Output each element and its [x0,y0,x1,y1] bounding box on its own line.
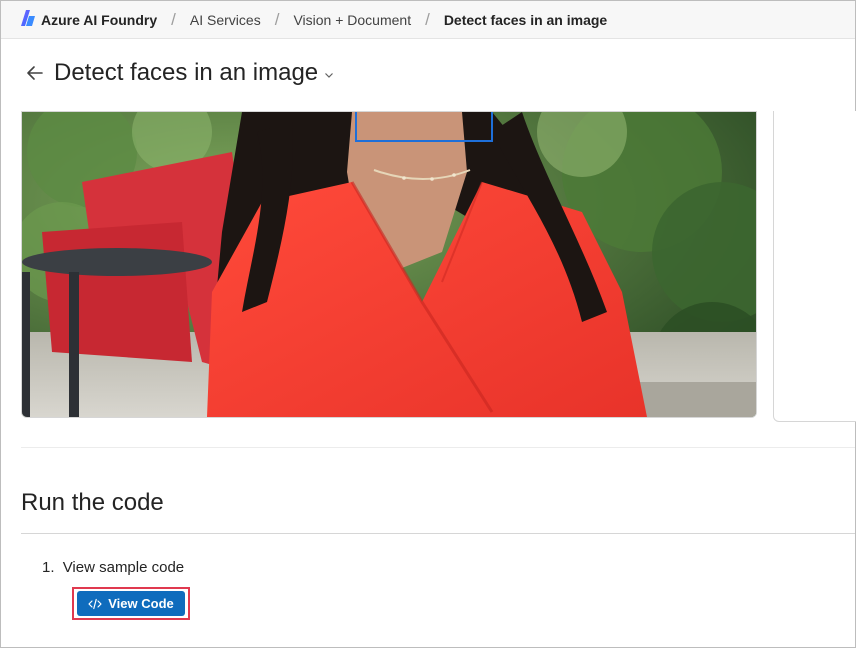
view-code-button[interactable]: View Code [77,591,185,616]
page-header: Detect faces in an image [25,55,334,91]
highlight-box: View Code [72,587,190,620]
chevron-down-icon[interactable] [324,66,334,84]
breadcrumb-separator: / [274,9,280,29]
section-title-run-code: Run the code [21,489,164,516]
view-code-label: View Code [108,596,174,611]
breadcrumb-item-ai-services[interactable]: AI Services [190,12,261,28]
brand-label: Azure AI Foundry [41,11,158,28]
breadcrumb-brand[interactable]: Azure AI Foundry [21,10,157,29]
divider [21,533,855,534]
side-panel [773,111,856,422]
step-label: View sample code [62,559,185,576]
breadcrumb-separator: / [425,9,430,29]
back-arrow-icon[interactable] [25,62,47,84]
code-icon [88,598,102,610]
breadcrumb-item-current: Detect faces in an image [443,11,608,28]
detection-result-image [21,111,757,418]
step-view-sample-code: 1. View sample code [42,559,184,576]
step-number: 1. [42,559,55,576]
breadcrumb-item-vision-document[interactable]: Vision + Document [293,12,411,28]
page-title: Detect faces in an image [54,59,319,86]
breadcrumb-separator: / [171,9,176,29]
divider [21,447,855,448]
foundry-logo-icon [21,10,41,29]
breadcrumb-bar: Azure AI Foundry / AI Services / Vision … [1,1,855,39]
